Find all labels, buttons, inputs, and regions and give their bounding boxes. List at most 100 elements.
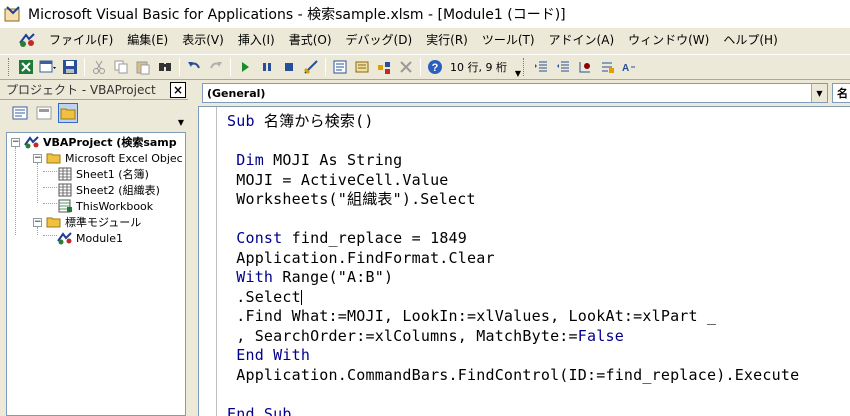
code-text: .Select (236, 287, 301, 306)
code-line[interactable]: Application.FindFormat.Clear (227, 249, 799, 269)
toggle-folders-icon[interactable] (58, 103, 78, 123)
code-line[interactable]: End With (227, 346, 799, 366)
tree-item-thisworkbook[interactable]: ThisWorkbook (57, 198, 153, 214)
code-lines: Sub 名簿から検索() Dim MOJI As String MOJI = A… (227, 112, 799, 416)
margin-indicator-bar[interactable] (199, 107, 217, 416)
project-explorer-icon[interactable] (329, 56, 351, 78)
complete-word-icon[interactable]: A (618, 56, 640, 78)
toolbar-separator (179, 58, 180, 76)
menu-file[interactable]: ファイル(F) (42, 29, 120, 51)
workbook-icon (57, 199, 73, 213)
menu-insert[interactable]: 挿入(I) (231, 29, 282, 51)
tree-item-vbaproject[interactable]: − VBAProject (検索samp (11, 134, 177, 150)
tree-item-excel-objects[interactable]: − Microsoft Excel Objec (33, 150, 183, 166)
tree-item-sheet1[interactable]: Sheet1 (名簿) (57, 166, 149, 182)
toolbar-overflow-icon[interactable]: ▼ (513, 56, 523, 78)
code-line[interactable] (227, 385, 799, 405)
tree-item-modules[interactable]: − 標準モジュール (33, 214, 141, 230)
copy-icon[interactable] (110, 56, 132, 78)
view-code-icon[interactable] (10, 103, 30, 123)
tree-item-sheet2[interactable]: Sheet2 (組織表) (57, 182, 160, 198)
code-line[interactable]: End Sub (227, 405, 799, 416)
code-line[interactable] (227, 132, 799, 152)
procedure-combo[interactable]: 名 (832, 83, 850, 103)
code-text: Application.FindFormat.Clear (236, 248, 495, 267)
code-line[interactable]: MOJI = ActiveCell.Value (227, 171, 799, 191)
code-editor[interactable]: Sub 名簿から検索() Dim MOJI As String MOJI = A… (198, 106, 850, 416)
save-icon[interactable] (59, 56, 81, 78)
reset-icon[interactable] (278, 56, 300, 78)
code-line[interactable]: , SearchOrder:=xlColumns, MatchByte:=Fal… (227, 327, 799, 347)
code-line[interactable]: Worksheets("組織表").Select (227, 190, 799, 210)
project-panel-close-button[interactable]: × (170, 82, 186, 98)
title-bar: Microsoft Visual Basic for Applications … (0, 0, 850, 28)
tree-label: Module1 (76, 231, 123, 245)
menu-help[interactable]: ヘルプ(H) (716, 29, 784, 51)
code-text: find_replace = 1849 (282, 229, 468, 247)
view-excel-icon[interactable] (15, 56, 37, 78)
code-line[interactable]: Application.CommandBars.FindControl(ID:=… (227, 366, 799, 386)
menu-format[interactable]: 書式(O) (282, 29, 339, 51)
outdent-icon[interactable] (552, 56, 574, 78)
tree-item-module1[interactable]: Module1 (57, 230, 123, 246)
toolbar-separator (325, 58, 326, 76)
menu-tools[interactable]: ツール(T) (475, 29, 542, 51)
comment-block-icon[interactable] (596, 56, 618, 78)
find-icon[interactable] (154, 56, 176, 78)
vba-app-icon[interactable] (4, 5, 22, 23)
toolbar-grip[interactable] (8, 58, 11, 76)
menu-addins[interactable]: アドイン(A) (542, 29, 622, 51)
menu-edit[interactable]: 編集(E) (120, 29, 175, 51)
code-text: , SearchOrder:=xlColumns, MatchByte:= (236, 326, 578, 345)
toolbar-grip[interactable] (522, 58, 526, 76)
break-icon[interactable] (256, 56, 278, 78)
help-icon[interactable]: ? (424, 56, 446, 78)
code-window: (General) ▼ 名 Sub 名簿から検索() Dim MOJI As S… (188, 80, 850, 416)
code-line[interactable] (227, 210, 799, 230)
object-browser-icon[interactable] (373, 56, 395, 78)
menu-debug[interactable]: デバッグ(D) (339, 29, 420, 51)
vba-menu-icon[interactable] (18, 31, 36, 49)
tree-collapse-icon[interactable]: − (11, 137, 20, 147)
menu-view[interactable]: 表示(V) (175, 29, 231, 51)
object-combo[interactable]: (General) ▼ (202, 83, 828, 103)
properties-window-icon[interactable] (351, 56, 373, 78)
tree-connector (43, 187, 57, 188)
vbaproject-icon (24, 135, 40, 149)
code-line[interactable]: Dim MOJI As String (227, 151, 799, 171)
chevron-down-icon[interactable]: ▼ (811, 84, 827, 102)
run-icon[interactable] (234, 56, 256, 78)
menu-run[interactable]: 実行(R) (419, 29, 475, 51)
paste-icon[interactable] (132, 56, 154, 78)
code-line[interactable]: .Select (227, 288, 799, 308)
indent-icon[interactable] (530, 56, 552, 78)
cut-icon[interactable] (88, 56, 110, 78)
toolbox-icon[interactable] (395, 56, 417, 78)
menu-window[interactable]: ウィンドウ(W) (621, 29, 716, 51)
folder-open-icon (46, 215, 62, 229)
code-line[interactable]: Const find_replace = 1849 (227, 229, 799, 249)
toolbar-separator (420, 58, 421, 76)
tree-connector (37, 163, 38, 203)
tree-label: 標準モジュール (65, 216, 142, 229)
code-line[interactable]: With Range("A:B") (227, 268, 799, 288)
code-line[interactable]: .Find What:=MOJI, LookIn:=xlValues, Look… (227, 307, 799, 327)
tree-connector (15, 147, 16, 235)
toggle-breakpoint-icon[interactable] (574, 56, 596, 78)
module-icon (57, 231, 73, 245)
code-line[interactable]: Sub 名簿から検索() (227, 112, 799, 132)
tree-collapse-icon[interactable]: − (33, 153, 42, 163)
project-panel-scroll-icon[interactable]: ▼ (176, 107, 186, 127)
undo-icon[interactable] (183, 56, 205, 78)
design-mode-icon[interactable] (300, 56, 322, 78)
insert-userform-icon[interactable] (37, 56, 59, 78)
redo-icon[interactable] (205, 56, 227, 78)
view-object-icon[interactable] (34, 103, 54, 123)
tree-collapse-icon[interactable]: − (33, 217, 42, 227)
